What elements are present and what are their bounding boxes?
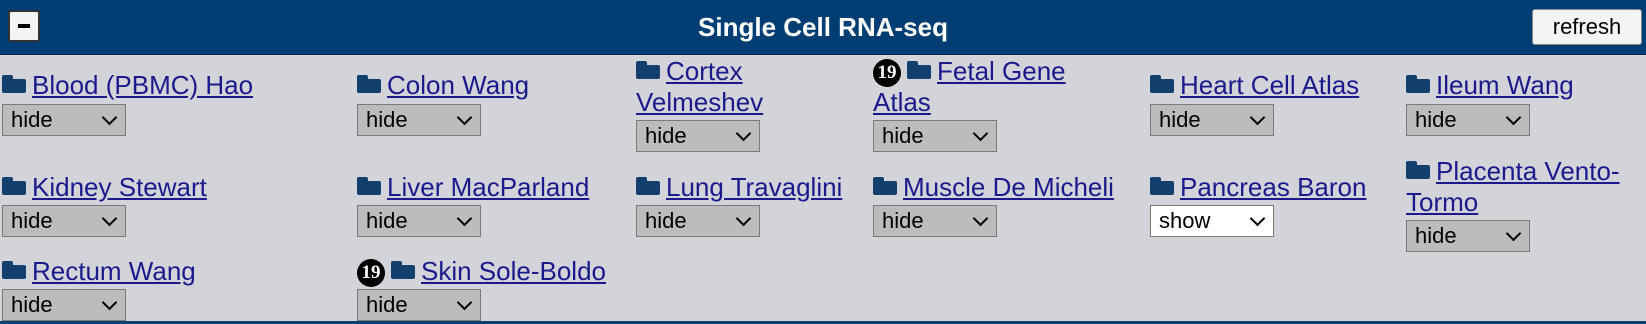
select-value: show [1159,208,1211,233]
track-count-badge: 19 [873,59,901,87]
visibility-select[interactable]: hide [2,289,126,321]
track-link[interactable]: Rectum Wang [32,256,196,286]
visibility-select[interactable]: hide [636,205,760,237]
track-rectum-wang: Rectum Wang [2,256,332,287]
folder-icon[interactable] [907,61,931,79]
select-value: hide [366,208,408,233]
track-count-badge: 19 [357,259,385,287]
visibility-select[interactable]: hide [357,289,481,321]
select-value: hide [11,292,53,317]
select-value: hide [1415,223,1457,248]
minus-icon [18,24,30,28]
collapse-button[interactable] [8,10,40,42]
track-kidney-stewart: Kidney Stewart [2,172,332,203]
folder-icon[interactable] [391,261,415,279]
track-group-panel: Single Cell RNA-seq refresh Blood (PBMC)… [0,0,1646,324]
chevron-down-icon [972,125,989,142]
visibility-select[interactable]: hide [1406,220,1530,252]
track-link[interactable]: Heart Cell Atlas [1180,70,1359,100]
chevron-down-icon [456,109,473,126]
chevron-down-icon [101,294,118,311]
visibility-select[interactable]: show [1150,205,1274,237]
visibility-select[interactable]: hide [1406,104,1530,136]
track-link[interactable]: Colon Wang [387,70,529,100]
folder-icon[interactable] [357,75,381,93]
chevron-down-icon [101,109,118,126]
visibility-select[interactable]: hide [873,205,997,237]
folder-icon[interactable] [2,261,26,279]
folder-icon[interactable] [2,177,26,195]
folder-icon[interactable] [636,61,660,79]
track-liver-macparland: Liver MacParland [357,172,627,203]
track-fetal-gene-atlas: 19 Fetal Gene Atlas [873,56,1103,118]
panel-title: Single Cell RNA-seq [698,12,948,42]
track-link[interactable]: Placenta Vento-Tormo [1406,156,1620,217]
track-link[interactable]: Liver MacParland [387,172,589,202]
track-link[interactable]: Skin Sole-Boldo [421,256,606,286]
select-value: hide [645,208,687,233]
folder-icon[interactable] [1406,161,1430,179]
visibility-select[interactable]: hide [357,104,481,136]
folder-icon[interactable] [1150,177,1174,195]
folder-icon[interactable] [2,75,26,93]
track-cortex-velmeshev: Cortex Velmeshev [636,56,836,118]
track-link[interactable]: Lung Travaglini [666,172,842,202]
visibility-select[interactable]: hide [873,120,997,152]
chevron-down-icon [1249,109,1266,126]
chevron-down-icon [456,210,473,227]
chevron-down-icon [735,210,752,227]
track-pancreas-baron: Pancreas Baron [1150,172,1400,203]
refresh-button[interactable]: refresh [1532,9,1642,45]
visibility-select[interactable]: hide [357,205,481,237]
track-blood-pbmc-hao: Blood (PBMC) Hao [2,70,332,101]
track-link[interactable]: Blood (PBMC) Hao [32,70,253,100]
track-muscle-de-micheli: Muscle De Micheli [873,172,1143,203]
track-lung-travaglini: Lung Travaglini [636,172,866,203]
select-value: hide [366,292,408,317]
chevron-down-icon [1249,210,1266,227]
chevron-down-icon [972,210,989,227]
folder-icon[interactable] [1406,75,1430,93]
folder-icon[interactable] [1150,75,1174,93]
select-value: hide [882,208,924,233]
chevron-down-icon [1505,109,1522,126]
select-value: hide [645,123,687,148]
select-value: hide [11,208,53,233]
chevron-down-icon [735,125,752,142]
track-link[interactable]: Ileum Wang [1436,70,1574,100]
visibility-select[interactable]: hide [2,104,126,136]
track-link[interactable]: Fetal Gene Atlas [873,56,1066,117]
chevron-down-icon [456,294,473,311]
select-value: hide [366,107,408,132]
select-value: hide [882,123,924,148]
track-heart-cell-atlas: Heart Cell Atlas [1150,70,1400,101]
track-placenta-vento-tormo: Placenta Vento-Tormo [1406,156,1642,218]
track-colon-wang: Colon Wang [357,70,627,101]
select-value: hide [11,107,53,132]
track-link[interactable]: Kidney Stewart [32,172,207,202]
track-ileum-wang: Ileum Wang [1406,70,1642,101]
select-value: hide [1415,107,1457,132]
track-link[interactable]: Muscle De Micheli [903,172,1114,202]
visibility-select[interactable]: hide [2,205,126,237]
folder-icon[interactable] [636,177,660,195]
chevron-down-icon [1505,225,1522,242]
track-link[interactable]: Pancreas Baron [1180,172,1366,202]
visibility-select[interactable]: hide [636,120,760,152]
folder-icon[interactable] [873,177,897,195]
chevron-down-icon [101,210,118,227]
track-skin-sole-boldo: 19 Skin Sole-Boldo [357,256,637,287]
panel-header: Single Cell RNA-seq refresh [0,0,1646,55]
folder-icon[interactable] [357,177,381,195]
visibility-select[interactable]: hide [1150,104,1274,136]
select-value: hide [1159,107,1201,132]
